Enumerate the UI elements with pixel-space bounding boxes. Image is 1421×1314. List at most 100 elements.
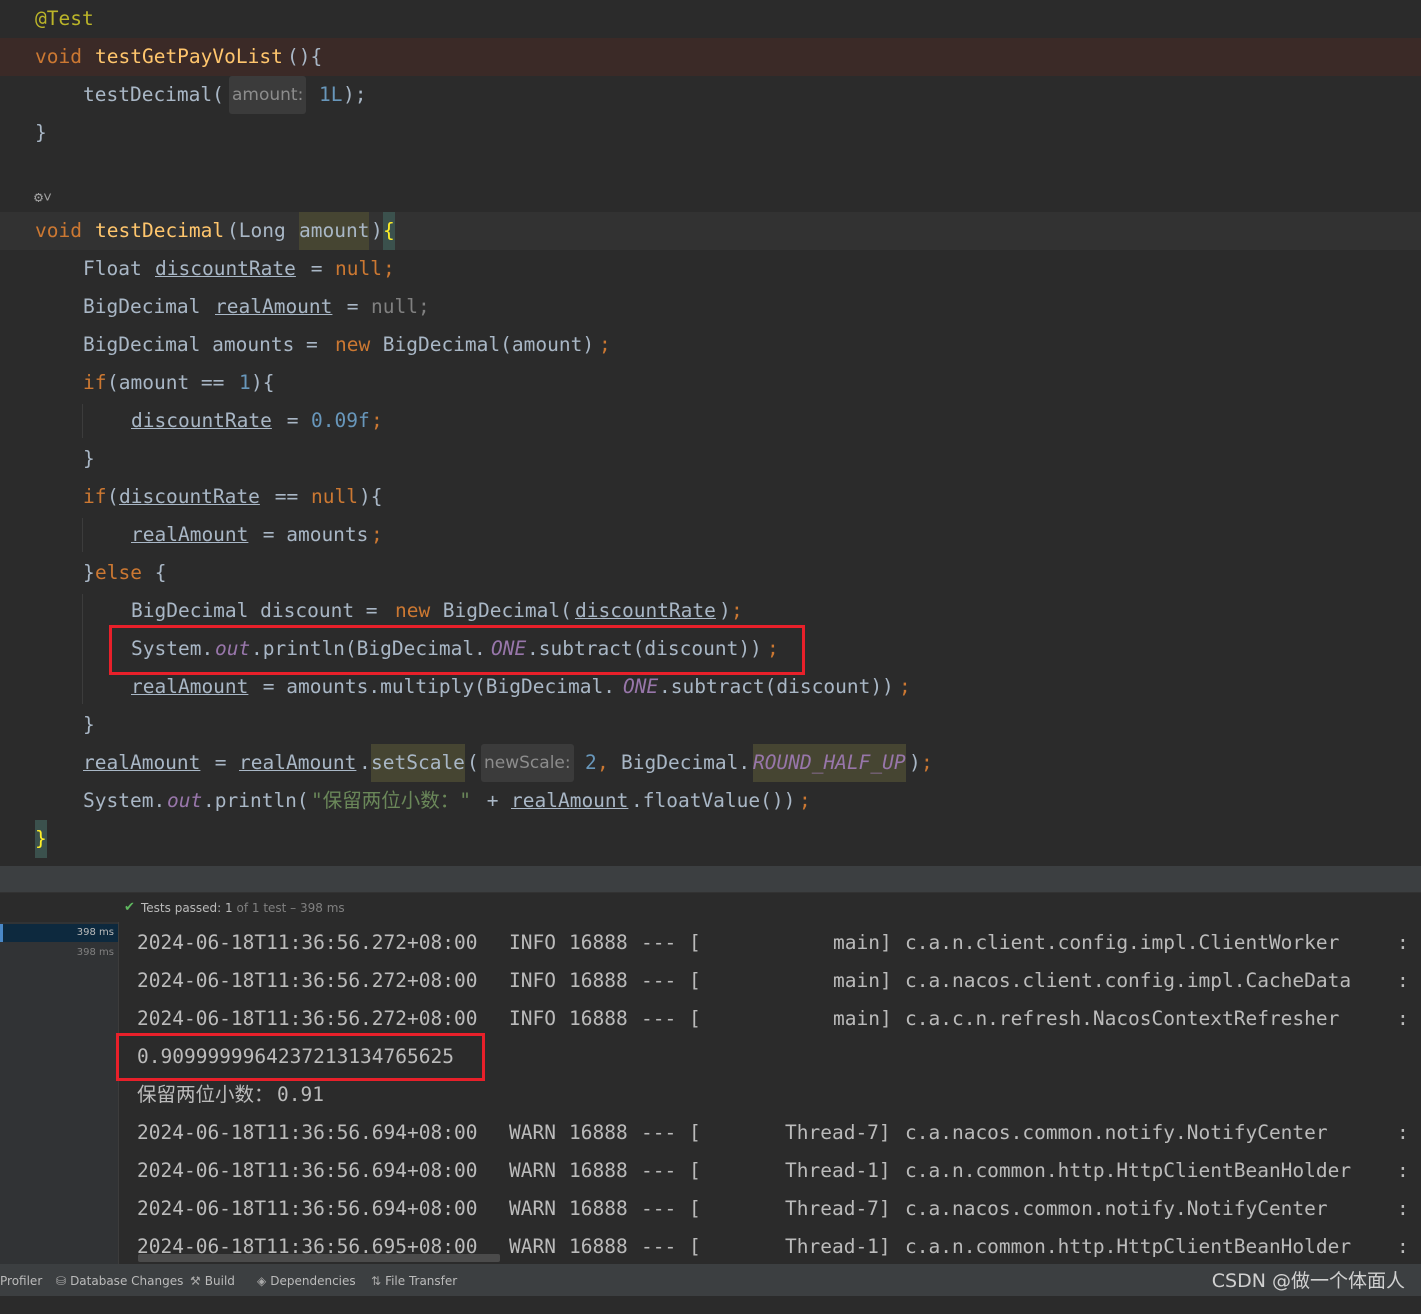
keyword: if xyxy=(83,485,107,508)
method-name: testDecimal xyxy=(95,219,225,242)
highlight-box xyxy=(116,1033,485,1081)
code-line: testDecimal( amount: 1L ); xyxy=(0,76,1421,114)
log-timestamp: 2024-06-18T11:36:56.694+08:00 xyxy=(137,1197,478,1220)
log-timestamp: 2024-06-18T11:36:56.272+08:00 xyxy=(137,969,478,992)
log-thread: Thread-1] xyxy=(785,1159,891,1182)
log-bracket: [ xyxy=(689,1197,701,1220)
method-call: setScale xyxy=(371,744,465,782)
log-colon: : xyxy=(1397,1235,1409,1258)
keyword: void xyxy=(35,219,82,242)
keyword: null xyxy=(335,257,382,280)
code-text: } xyxy=(83,561,95,584)
tool-window-file-transfer[interactable]: ⇅ File Transfer xyxy=(371,1274,457,1288)
variable: realAmount xyxy=(215,295,333,318)
log-bracket: [ xyxy=(689,1007,701,1030)
log-pid: 16888 xyxy=(569,1197,628,1220)
code-line: realAmount = amounts ; xyxy=(0,516,1421,554)
log-pid: 16888 xyxy=(569,969,628,992)
code-line: } else { xyxy=(0,554,1421,592)
code-text: + xyxy=(475,789,511,812)
log-class: c.a.nacos.common.notify.NotifyCenter xyxy=(905,1197,1328,1220)
log-line: 2024-06-18T11:36:56.272+08:00 INFO 16888… xyxy=(137,962,1409,1000)
code-line: BigDecimal realAmount = null; xyxy=(0,288,1421,326)
parameter-name: amount xyxy=(299,212,370,250)
output-value: 0.91 xyxy=(277,1083,324,1106)
variable: discountRate xyxy=(155,257,296,280)
test-tree-panel[interactable]: 398 ms 398 ms xyxy=(0,922,119,1264)
code-text: .println( xyxy=(203,789,309,812)
tool-window-build[interactable]: ⚒ Build xyxy=(190,1274,235,1288)
code-text: } xyxy=(83,447,95,470)
log-sep: --- xyxy=(641,969,677,992)
code-editor[interactable]: ⚙˅ @Test void testGetPayVoList (){ testD… xyxy=(0,0,1421,866)
check-icon: ✔ xyxy=(124,900,135,915)
code-line: void testGetPayVoList (){ xyxy=(0,38,1421,76)
database-icon: ⛁ xyxy=(56,1274,67,1288)
log-colon: : xyxy=(1397,1159,1409,1182)
log-level: INFO xyxy=(509,931,556,954)
log-class: c.a.n.client.config.impl.ClientWorker xyxy=(905,931,1340,954)
number: 2 xyxy=(585,751,597,774)
code-line: BigDecimal amounts = new BigDecimal(amou… xyxy=(0,326,1421,364)
code-line: @Test xyxy=(0,0,1421,38)
log-pid: 16888 xyxy=(569,1159,628,1182)
code-text: = xyxy=(275,409,311,432)
variable: realAmount xyxy=(511,789,629,812)
code-text: } xyxy=(35,121,47,144)
keyword: void xyxy=(35,45,82,68)
variable: discountRate xyxy=(131,409,272,432)
log-level: WARN xyxy=(509,1121,556,1144)
log-thread: Thread-1] xyxy=(785,1235,891,1258)
log-pid: 16888 xyxy=(569,1007,628,1030)
log-bracket: [ xyxy=(689,1159,701,1182)
log-sep: --- xyxy=(641,1159,677,1182)
brace-match: } xyxy=(35,820,47,858)
log-timestamp: 2024-06-18T11:36:56.694+08:00 xyxy=(137,1159,478,1182)
code-line: } xyxy=(0,114,1421,152)
code-text: ) xyxy=(909,751,921,774)
tool-window-profiler[interactable]: Profiler xyxy=(0,1274,42,1288)
tool-window-label: Database Changes xyxy=(70,1274,184,1288)
log-pid: 16888 xyxy=(569,1235,628,1258)
code-text: ( xyxy=(107,485,119,508)
log-sep: --- xyxy=(641,1007,677,1030)
code-text: } xyxy=(83,713,95,736)
log-bracket: [ xyxy=(689,931,701,954)
log-bracket: [ xyxy=(689,1121,701,1144)
tool-window-database-changes[interactable]: ⛁ Database Changes xyxy=(56,1274,183,1288)
log-level: INFO xyxy=(509,1007,556,1030)
console-output[interactable]: 2024-06-18T11:36:56.272+08:00 INFO 16888… xyxy=(119,922,1421,1264)
code-text: == xyxy=(263,485,310,508)
variable: realAmount xyxy=(239,751,357,774)
horizontal-scrollbar[interactable] xyxy=(138,1254,500,1262)
log-line: 2024-06-18T11:36:56.694+08:00 WARN 16888… xyxy=(137,1152,1409,1190)
code-text: .floatValue()) xyxy=(631,789,796,812)
log-timestamp: 2024-06-18T11:36:56.694+08:00 xyxy=(137,1121,478,1144)
code-text: ( xyxy=(467,751,479,774)
log-thread: main] xyxy=(833,931,892,954)
code-line: System. out .println( "保留两位小数：" + realAm… xyxy=(0,782,1421,820)
code-line: } xyxy=(0,440,1421,478)
log-pid: 16888 xyxy=(569,1121,628,1144)
panel-divider[interactable] xyxy=(0,866,1421,892)
number: 1 xyxy=(239,371,251,394)
test-status-bar: ✔ Tests passed: 1 of 1 test – 398 ms xyxy=(0,892,1421,923)
code-text: = amounts xyxy=(251,523,369,546)
brace-match: { xyxy=(383,212,395,250)
code-text: ){ xyxy=(251,371,275,394)
tests-passed-label: Tests passed: xyxy=(141,901,226,915)
code-line: } xyxy=(0,706,1421,744)
tool-window-dependencies[interactable]: ◈ Dependencies xyxy=(257,1274,356,1288)
log-colon: : xyxy=(1397,969,1409,992)
code-text: ; xyxy=(599,333,611,356)
variable: realAmount xyxy=(131,523,249,546)
code-line: if (amount == 1 ){ xyxy=(0,364,1421,402)
log-thread: Thread-7] xyxy=(785,1197,891,1220)
log-colon: : xyxy=(1397,1121,1409,1144)
log-thread: main] xyxy=(833,969,892,992)
code-line: if ( discountRate == null ){ xyxy=(0,478,1421,516)
test-time: 398 ms xyxy=(76,927,114,938)
parameter-hint: amount: xyxy=(229,76,307,114)
log-bracket: [ xyxy=(689,1235,701,1258)
hammer-icon: ⚒ xyxy=(190,1274,201,1288)
